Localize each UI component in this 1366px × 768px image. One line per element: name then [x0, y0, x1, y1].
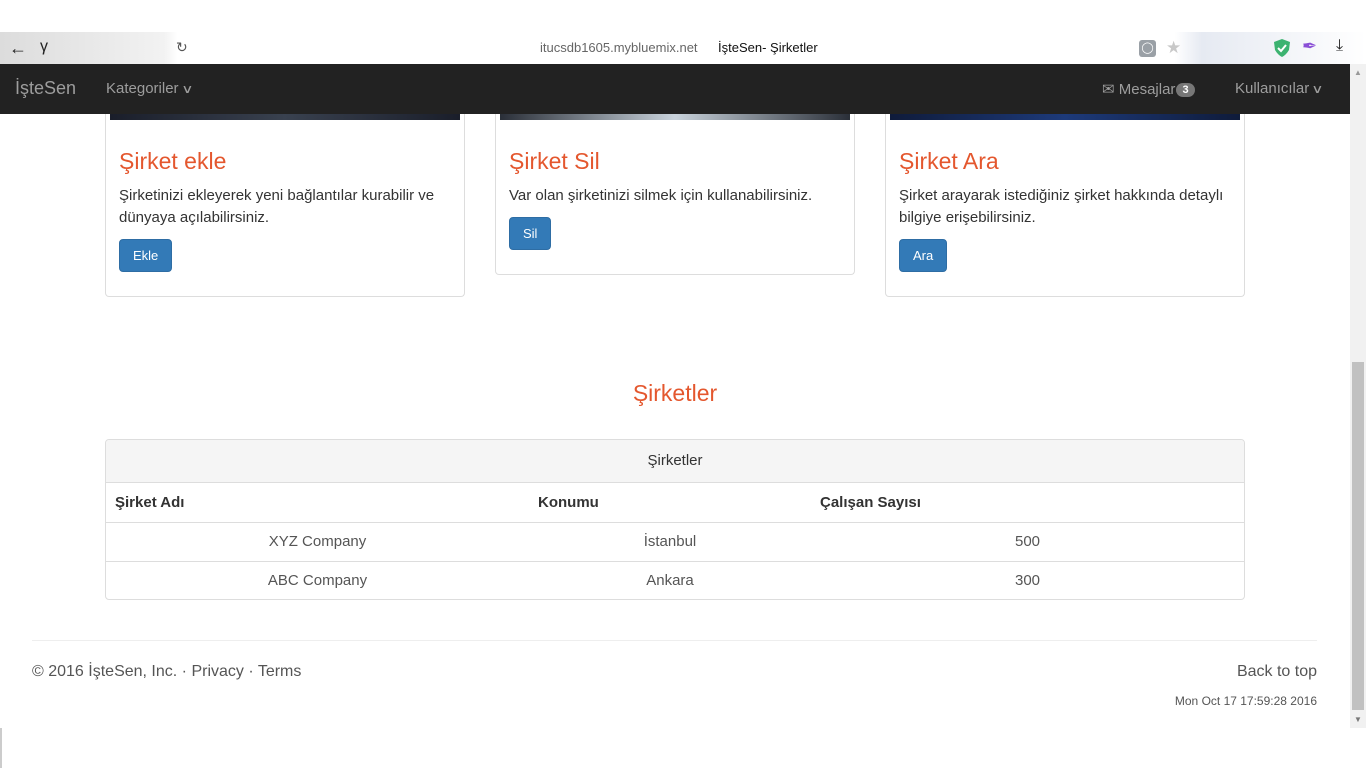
table-row: XYZ Company İstanbul 500: [106, 522, 1244, 562]
cell-employee-count: 500: [811, 522, 1244, 562]
separator: ·: [177, 663, 192, 680]
chevron-down-icon: ∨: [1311, 82, 1324, 96]
header-employee-count: Çalışan Sayısı: [811, 483, 1244, 523]
footer-divider: [32, 640, 1317, 641]
header-location: Konumu: [529, 483, 811, 523]
card-search-company: Şirket Ara Şirket arayarak istediğiniz ş…: [885, 114, 1245, 297]
footer-copyright-block: © 2016 İşteSen, Inc. · Privacy · Terms: [32, 663, 301, 681]
address-bar-row: ← γ ↻ itucsdb1605.mybluemix.net İşteSen-…: [0, 32, 1366, 64]
reload-icon[interactable]: ↻: [176, 39, 188, 56]
card-body: Şirket ekle Şirketinizi ekleyerek yeni b…: [106, 120, 464, 295]
address-url[interactable]: itucsdb1605.mybluemix.net: [540, 40, 698, 55]
server-timestamp: Mon Oct 17 17:59:28 2016: [1174, 694, 1317, 708]
cell-location: İstanbul: [529, 522, 811, 562]
separator: ·: [243, 663, 258, 680]
table-header-row: Şirket Adı Konumu Çalışan Sayısı: [106, 483, 1244, 523]
privacy-link[interactable]: Privacy: [191, 663, 243, 680]
back-to-top-link[interactable]: Back to top: [1237, 663, 1317, 681]
card-delete-company: Şirket Sil Var olan şirketinizi silmek i…: [495, 114, 855, 275]
card-text: Şirketinizi ekleyerek yeni bağlantılar k…: [119, 187, 435, 226]
section-heading: Şirketler: [632, 380, 718, 406]
shield-extension-icon[interactable]: [1273, 38, 1291, 58]
card-body: Şirket Sil Var olan şirketinizi silmek i…: [496, 120, 854, 273]
messages-link[interactable]: ✉ Mesajlar 3: [1102, 80, 1195, 98]
panel-heading: Şirketler: [106, 440, 1244, 483]
chevron-down-icon: ∨: [180, 82, 194, 96]
feather-extension-icon[interactable]: ✒: [1302, 36, 1317, 57]
table-row: ABC Company Ankara 300: [106, 561, 1244, 599]
page-title-text: İşteSen- Şirketler: [718, 40, 818, 55]
categories-dropdown[interactable]: Kategoriler ∨: [106, 80, 194, 97]
brand-link[interactable]: İşteSen: [15, 78, 76, 99]
scroll-down-arrow-icon[interactable]: ▼: [1354, 715, 1362, 724]
add-button[interactable]: Ekle: [119, 239, 173, 272]
top-navbar: İşteSen Kategoriler ∨ ✉ Mesajlar 3 Kullanı…: [0, 64, 1350, 114]
envelope-icon: ✉: [1102, 81, 1115, 98]
companies-panel: Şirketler Şirket Adı Konumu Çalışan Sayı…: [105, 439, 1245, 600]
bottom-strip: [0, 728, 1366, 768]
card-title: Şirket Ara: [899, 148, 999, 174]
card-text: Var olan şirketinizi silmek için kullana…: [509, 187, 813, 204]
back-arrow-icon[interactable]: ←: [8, 38, 28, 59]
extension-glyph-icon[interactable]: γ: [40, 38, 48, 56]
card-text: Şirket arayarak istediğiniz şirket hakkı…: [899, 187, 1224, 226]
bookmark-star-icon[interactable]: ★: [1166, 38, 1181, 58]
copyright-text: © 2016 İşteSen, Inc.: [32, 663, 178, 680]
cell-employee-count: 300: [1014, 572, 1041, 590]
card-title: Şirket Sil: [509, 148, 600, 174]
cell-company-name: ABC Company: [267, 572, 368, 590]
browser-top-strip: [0, 0, 1366, 32]
search-button[interactable]: Ara: [899, 239, 948, 272]
cell-location: Ankara: [646, 572, 694, 590]
cell-company-name: XYZ Company: [106, 522, 529, 562]
messages-count-badge: 3: [1176, 83, 1195, 98]
users-label: Kullanıcılar: [1235, 80, 1310, 97]
header-company-name: Şirket Adı: [106, 483, 529, 523]
scroll-thumb[interactable]: [1352, 362, 1364, 710]
card-add-company: Şirket ekle Şirketinizi ekleyerek yeni b…: [105, 114, 465, 297]
browser-chrome: ← γ ↻ itucsdb1605.mybluemix.net İşteSen-…: [0, 0, 1366, 64]
card-title: Şirket ekle: [119, 148, 227, 174]
card-body: Şirket Ara Şirket arayarak istediğiniz ş…: [886, 120, 1244, 295]
translate-icon[interactable]: ◯: [1139, 40, 1156, 57]
categories-label: Kategoriler: [106, 80, 179, 97]
companies-table: Şirket Adı Konumu Çalışan Sayısı XYZ Com…: [106, 483, 1244, 599]
page-scrollbar[interactable]: ▲ ▼: [1350, 64, 1366, 728]
delete-button[interactable]: Sil: [509, 217, 552, 250]
users-dropdown[interactable]: Kullanıcılar ∨: [1235, 80, 1324, 97]
terms-link[interactable]: Terms: [258, 663, 302, 680]
messages-label: Mesajlar: [1118, 81, 1176, 98]
scroll-up-arrow-icon[interactable]: ▲: [1354, 68, 1362, 77]
download-icon[interactable]: ⤓: [1336, 37, 1343, 55]
